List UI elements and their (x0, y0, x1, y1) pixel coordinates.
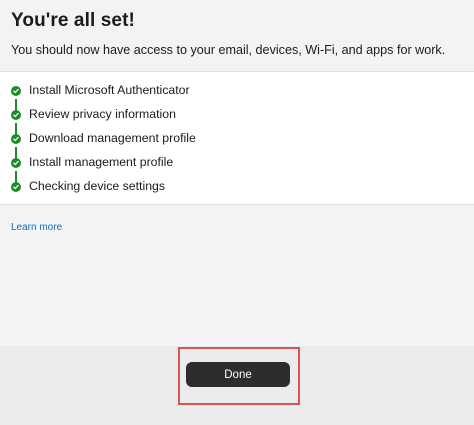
page-title: You're all set! (11, 10, 135, 31)
checkmark-icon (11, 86, 21, 96)
step-item: Install management profile (0, 154, 474, 172)
step-item: Download management profile (0, 130, 474, 148)
page-header: You're all set! You should now have acce… (0, 0, 474, 71)
checkmark-icon (11, 110, 21, 120)
checkmark-icon (11, 134, 21, 144)
step-label: Install Microsoft Authenticator (29, 83, 190, 97)
step-item: Review privacy information (0, 106, 474, 124)
step-label: Install management profile (29, 155, 174, 169)
step-label: Review privacy information (29, 107, 176, 121)
page-subtitle: You should now have access to your email… (11, 43, 446, 57)
step-label: Checking device settings (29, 179, 166, 193)
step-item: Install Microsoft Authenticator (0, 82, 474, 100)
checkmark-icon (11, 158, 21, 168)
learn-more-link[interactable]: Learn more (11, 222, 62, 233)
step-item: Checking device settings (0, 178, 474, 196)
steps-list: Install Microsoft Authenticator Review p… (0, 71, 474, 205)
done-button[interactable]: Done (186, 362, 290, 387)
checkmark-icon (11, 182, 21, 192)
step-label: Download management profile (29, 131, 196, 145)
